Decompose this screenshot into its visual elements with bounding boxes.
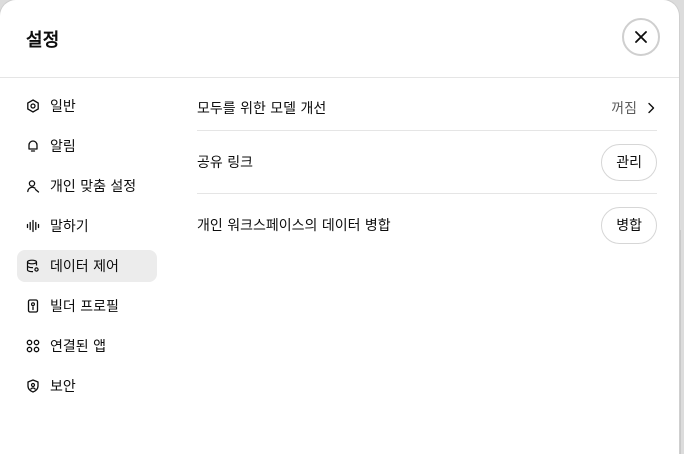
- chevron-right-icon: [648, 102, 655, 114]
- sidebar-item-label: 보안: [50, 379, 76, 395]
- sidebar-item-label: 일반: [50, 99, 76, 115]
- apps-grid-icon: [26, 339, 40, 353]
- dialog-header: 설정: [0, 0, 679, 78]
- setting-row-model-improvement: 모두를 위한 모델 개선 꺼짐: [197, 86, 657, 130]
- setting-label: 개인 워크스페이스의 데이터 병합: [197, 218, 391, 234]
- sidebar-item-connected-apps[interactable]: 연결된 앱: [17, 330, 157, 362]
- sidebar-item-label: 알림: [50, 139, 76, 155]
- settings-sidebar: 일반 알림 개인 맞춤 설정 말하기 데이터 제어 빌더 프로필 연결된 앱 보…: [17, 90, 157, 410]
- setting-row-merge-data: 개인 워크스페이스의 데이터 병합 병합: [197, 194, 657, 256]
- sidebar-item-label: 말하기: [50, 219, 89, 235]
- sidebar-item-personalization[interactable]: 개인 맞춤 설정: [17, 170, 157, 202]
- sidebar-item-notifications[interactable]: 알림: [17, 130, 157, 162]
- waveform-icon: [26, 219, 40, 233]
- sidebar-item-builder-profile[interactable]: 빌더 프로필: [17, 290, 157, 322]
- manage-shared-links-button[interactable]: 관리: [601, 143, 657, 181]
- sidebar-item-data-controls[interactable]: 데이터 제어: [17, 250, 157, 282]
- database-icon: [26, 259, 40, 273]
- person-icon: [26, 179, 40, 193]
- shield-icon: [26, 379, 40, 393]
- setting-row-shared-links: 공유 링크 관리: [197, 131, 657, 193]
- close-button[interactable]: [622, 18, 660, 56]
- sidebar-item-security[interactable]: 보안: [17, 370, 157, 402]
- close-icon: [635, 31, 647, 43]
- settings-dialog: 설정 일반 알림 개인 맞춤 설정 말하기 데이터 제어 빌더 프로필 연결된 …: [0, 0, 679, 454]
- setting-label: 공유 링크: [197, 155, 253, 171]
- id-card-icon: [26, 299, 40, 313]
- setting-value: 꺼짐: [611, 101, 637, 117]
- setting-label: 모두를 위한 모델 개선: [197, 101, 327, 117]
- sidebar-item-label: 빌더 프로필: [50, 299, 119, 315]
- settings-content: 모두를 위한 모델 개선 꺼짐 공유 링크 관리 개인 워크스페이스의 데이터 …: [197, 86, 657, 256]
- bell-icon: [26, 139, 40, 153]
- background-edge: [680, 230, 684, 454]
- model-improvement-toggle[interactable]: 꺼짐: [611, 98, 657, 118]
- sidebar-item-general[interactable]: 일반: [17, 90, 157, 122]
- sidebar-item-speech[interactable]: 말하기: [17, 210, 157, 242]
- gear-icon: [26, 99, 40, 113]
- dialog-title: 설정: [26, 30, 60, 51]
- sidebar-item-label: 데이터 제어: [50, 259, 119, 275]
- merge-data-button[interactable]: 병합: [601, 206, 657, 244]
- sidebar-item-label: 개인 맞춤 설정: [50, 179, 137, 195]
- sidebar-item-label: 연결된 앱: [50, 339, 106, 355]
